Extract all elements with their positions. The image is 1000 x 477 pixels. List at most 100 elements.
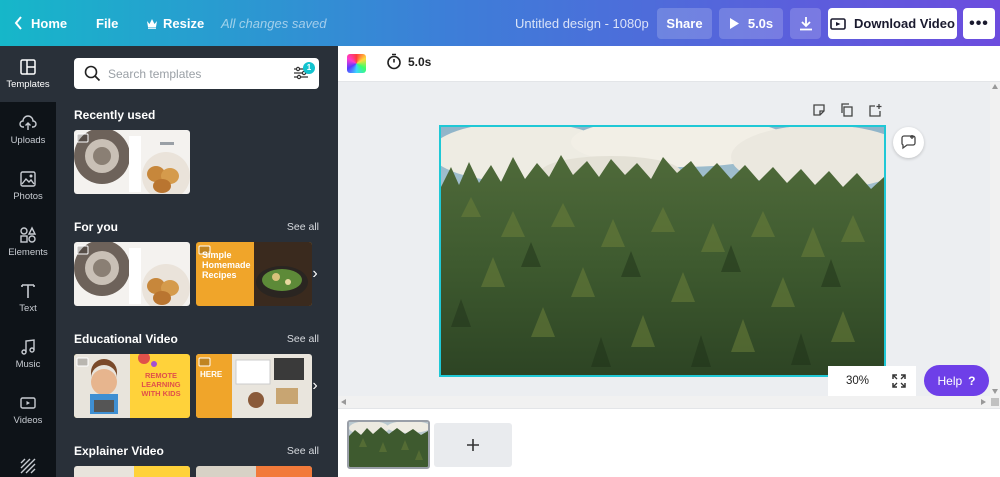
plus-icon bbox=[467, 439, 479, 451]
rail-item-photos[interactable]: Photos bbox=[0, 158, 56, 214]
section-title-educational: Educational Video bbox=[74, 332, 178, 346]
help-icon: ? bbox=[968, 373, 976, 388]
add-comment-button[interactable] bbox=[893, 127, 924, 158]
photo-icon bbox=[20, 171, 36, 187]
remote-thumb-text: REMOTE LEARNING WITH KIDS bbox=[141, 371, 181, 398]
zoom-control: 30% bbox=[828, 366, 916, 396]
download-icon-button[interactable] bbox=[790, 8, 821, 39]
add-page-button[interactable] bbox=[434, 423, 512, 467]
section-title-explainer: Explainer Video bbox=[74, 444, 164, 458]
desk-thumb-text: HERE bbox=[200, 370, 223, 379]
top-bar: Home File Resize All changes saved Untit… bbox=[0, 0, 1000, 46]
canva-editor: Home File Resize All changes saved Untit… bbox=[0, 0, 1000, 477]
color-picker-icon[interactable] bbox=[347, 54, 366, 73]
explainer-template-image bbox=[74, 466, 190, 477]
scroll-up-icon[interactable] bbox=[992, 84, 998, 89]
resize-label: Resize bbox=[163, 15, 205, 31]
see-all-for-you[interactable]: See all bbox=[287, 221, 319, 233]
rail-item-music[interactable]: Music bbox=[0, 326, 56, 382]
video-icon bbox=[20, 397, 36, 409]
share-button[interactable]: Share bbox=[657, 8, 712, 39]
resize-button[interactable]: Resize bbox=[146, 0, 204, 46]
see-all-educational[interactable]: See all bbox=[287, 333, 319, 345]
search-input[interactable] bbox=[108, 64, 288, 83]
scroll-right-icon[interactable] bbox=[981, 399, 986, 405]
template-thumb-recipes[interactable]: Simple Homemade Recipes bbox=[196, 242, 312, 306]
upload-cloud-icon bbox=[19, 115, 37, 130]
elements-icon bbox=[20, 226, 37, 243]
template-thumb-remote-learning[interactable]: REMOTE LEARNING WITH KIDS bbox=[74, 354, 190, 418]
chevron-right-icon[interactable]: › bbox=[308, 354, 322, 418]
rail-item-elements[interactable]: Elements bbox=[0, 214, 56, 270]
section-title-for-you: For you bbox=[74, 220, 118, 234]
timing-button[interactable]: 5.0s bbox=[386, 53, 431, 70]
vertical-scrollbar[interactable] bbox=[990, 82, 1000, 408]
design-title[interactable]: Untitled design - 1080p bbox=[515, 0, 649, 46]
food-template-image bbox=[74, 242, 190, 306]
help-button[interactable]: Help ? bbox=[924, 365, 989, 396]
rail-item-templates[interactable]: Templates bbox=[0, 46, 56, 102]
note-icon[interactable] bbox=[812, 103, 826, 117]
rail-item-videos[interactable]: Videos bbox=[0, 382, 56, 438]
file-label: File bbox=[96, 15, 119, 31]
side-rail: Templates Uploads Photos Elements Text M… bbox=[0, 46, 56, 477]
text-icon bbox=[21, 284, 35, 298]
pattern-icon bbox=[20, 458, 36, 474]
fullscreen-icon[interactable] bbox=[892, 374, 906, 388]
more-options-button[interactable]: ••• bbox=[963, 8, 995, 39]
duplicate-icon[interactable] bbox=[840, 103, 854, 117]
home-label: Home bbox=[31, 15, 68, 31]
play-duration: 5.0s bbox=[747, 16, 774, 31]
desk-template-image bbox=[196, 354, 312, 418]
see-all-explainer[interactable]: See all bbox=[287, 445, 319, 457]
section-title-recent: Recently used bbox=[74, 108, 156, 122]
help-label: Help bbox=[937, 373, 963, 388]
rail-label: Videos bbox=[13, 415, 43, 426]
rail-label: Elements bbox=[8, 247, 48, 258]
scroll-left-icon[interactable] bbox=[341, 399, 346, 405]
save-status: All changes saved bbox=[221, 15, 327, 31]
video-frame-icon bbox=[830, 17, 846, 30]
file-menu[interactable]: File bbox=[96, 0, 118, 46]
template-thumb-explainer-1[interactable] bbox=[74, 466, 190, 477]
home-button[interactable]: Home bbox=[14, 0, 67, 46]
rail-item-background[interactable] bbox=[0, 438, 56, 477]
search-box: 1 bbox=[74, 58, 319, 89]
page-thumbnail-1[interactable] bbox=[347, 420, 430, 469]
download-video-button[interactable]: Download Video bbox=[828, 8, 957, 39]
scroll-thumb[interactable] bbox=[991, 398, 999, 406]
zoom-level[interactable]: 30% bbox=[846, 375, 869, 387]
template-thumb-explainer-2[interactable] bbox=[196, 466, 312, 477]
pages-strip bbox=[338, 408, 1000, 477]
horizontal-scrollbar[interactable] bbox=[338, 396, 990, 408]
play-button[interactable]: 5.0s bbox=[719, 8, 783, 39]
play-icon bbox=[729, 18, 739, 29]
crown-icon bbox=[147, 18, 157, 29]
timer-value: 5.0s bbox=[408, 54, 432, 69]
explainer-template-image bbox=[196, 466, 312, 477]
template-thumb-desk[interactable]: HERE bbox=[196, 354, 312, 418]
scroll-down-icon[interactable] bbox=[992, 389, 998, 394]
recipes-thumb-text: Simple Homemade Recipes bbox=[202, 250, 251, 280]
template-thumb-food[interactable] bbox=[74, 130, 190, 194]
download-video-label: Download Video bbox=[854, 16, 955, 31]
templates-icon bbox=[20, 59, 36, 75]
add-page-icon[interactable] bbox=[868, 103, 882, 117]
design-canvas-forest[interactable] bbox=[439, 125, 886, 377]
template-thumb-food-2[interactable] bbox=[74, 242, 190, 306]
page-tools bbox=[812, 103, 882, 117]
music-note-icon bbox=[21, 339, 35, 355]
editor-toolbar: 5.0s bbox=[338, 46, 1000, 82]
rail-item-uploads[interactable]: Uploads bbox=[0, 102, 56, 158]
rail-item-text[interactable]: Text bbox=[0, 270, 56, 326]
rail-label: Music bbox=[15, 359, 41, 370]
download-icon bbox=[799, 17, 812, 31]
more-icon: ••• bbox=[969, 14, 989, 32]
chevron-right-icon[interactable]: › bbox=[308, 242, 322, 306]
rail-label: Photos bbox=[13, 191, 43, 202]
comment-icon bbox=[901, 135, 916, 150]
rail-label: Uploads bbox=[10, 135, 46, 146]
chevron-left-icon bbox=[14, 16, 22, 30]
stopwatch-icon bbox=[387, 53, 401, 70]
rail-label: Templates bbox=[6, 79, 50, 90]
